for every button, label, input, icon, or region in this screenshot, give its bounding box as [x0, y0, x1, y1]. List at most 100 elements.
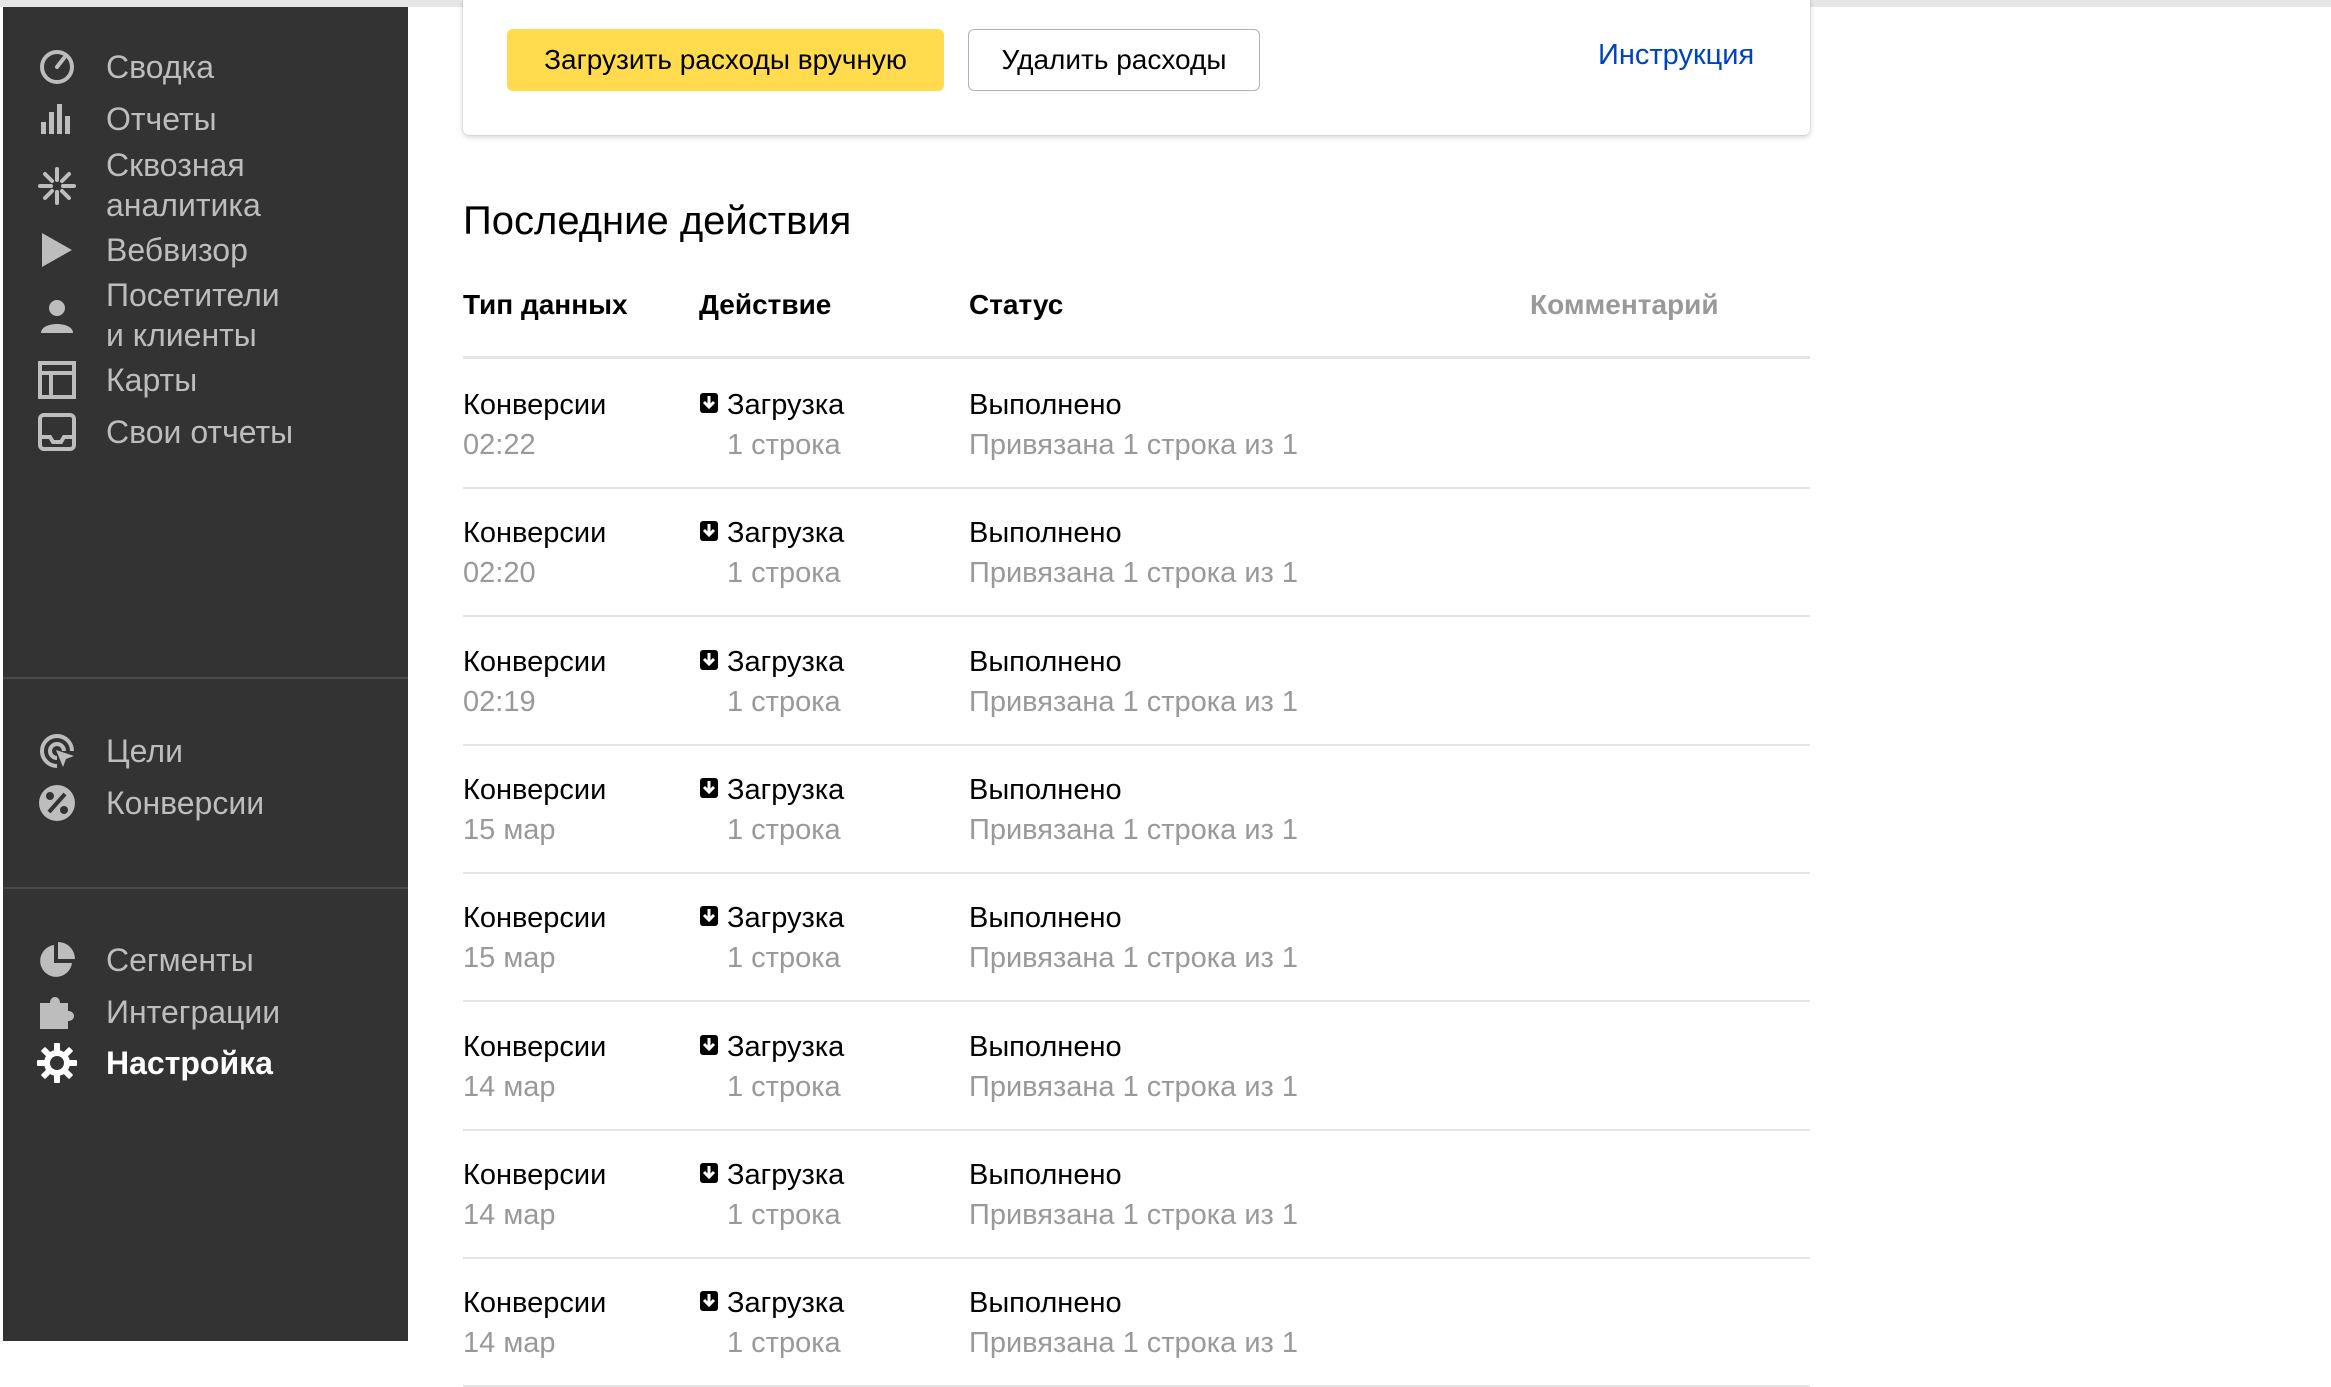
sidebar-item-maps[interactable]: Карты: [3, 350, 408, 410]
sidebar-item-reports[interactable]: Отчеты: [3, 89, 408, 149]
sidebar-item-end-to-end-analytics[interactable]: Сквозная аналитика: [3, 141, 408, 231]
sidebar-divider: [3, 887, 408, 889]
sidebar-item-settings[interactable]: Настройка: [3, 1033, 408, 1093]
sidebar-item-label: Вебвизор: [106, 232, 248, 268]
status-cell: Выполнено: [969, 646, 1122, 678]
play-icon: [36, 229, 78, 271]
sidebar-item-label: Сегменты: [106, 942, 254, 978]
action-cell: Загрузка: [727, 646, 845, 678]
status-detail-cell: Привязана 1 строка из 1: [969, 557, 1298, 589]
sidebar: Сводка Отчеты Сквозная аналитика Вебвизо…: [3, 7, 408, 1341]
sidebar-item-segments[interactable]: Сегменты: [3, 930, 408, 990]
action-detail-cell: 1 строка: [727, 1199, 841, 1231]
dashboard-icon: [36, 46, 78, 88]
status-detail-cell: Привязана 1 строка из 1: [969, 814, 1298, 846]
sidebar-item-label: Интеграции: [106, 994, 281, 1030]
target-cursor-icon: [36, 730, 78, 772]
sidebar-item-visitors[interactable]: Посетители и клиенты: [3, 271, 408, 361]
table-row: Конверсии 15 мар Загрузка 1 строка Выполнено…: [463, 744, 1810, 874]
action-detail-cell: 1 строка: [727, 557, 841, 589]
table-row: Конверсии 02:20 Загрузка 1 строка Выполнено П…: [463, 487, 1810, 617]
status-cell: Выполнено: [969, 902, 1122, 934]
status-detail-cell: Привязана 1 строка из 1: [969, 1327, 1298, 1359]
time-cell: 14 мар: [463, 1199, 556, 1231]
action-cell: Загрузка: [727, 1031, 845, 1063]
action-detail-cell: 1 строка: [727, 1327, 841, 1359]
delete-expenses-button[interactable]: Удалить расходы: [968, 29, 1260, 91]
sidebar-item-label: Настройка: [106, 1045, 273, 1081]
column-header-action: Действие: [699, 289, 832, 320]
action-detail-cell: 1 строка: [727, 1071, 841, 1103]
upload-expenses-button[interactable]: Загрузить расходы вручную: [507, 29, 944, 91]
data-type-cell: Конверсии: [463, 902, 607, 934]
download-icon: [699, 1034, 719, 1056]
download-icon: [699, 777, 719, 799]
table-row: Конверсии 14 мар Загрузка 1 строка Выполнено…: [463, 1129, 1810, 1259]
data-type-cell: Конверсии: [463, 517, 607, 549]
action-detail-cell: 1 строка: [727, 942, 841, 974]
data-type-cell: Конверсии: [463, 1159, 607, 1191]
sidebar-item-label: Сводка: [106, 49, 215, 85]
sidebar-item-label: Свои отчеты: [106, 414, 294, 450]
download-icon: [699, 1162, 719, 1184]
action-detail-cell: 1 строка: [727, 814, 841, 846]
action-detail-cell: 1 строка: [727, 429, 841, 461]
action-cell: Загрузка: [727, 517, 845, 549]
time-cell: 15 мар: [463, 814, 556, 846]
gear-icon: [36, 1042, 78, 1084]
sidebar-item-label: Посетители и клиенты: [106, 277, 280, 353]
action-detail-cell: 1 строка: [727, 686, 841, 718]
sidebar-item-label: Карты: [106, 362, 198, 398]
sidebar-item-summary[interactable]: Сводка: [3, 37, 408, 97]
download-icon: [699, 1290, 719, 1312]
column-header-status: Статус: [969, 289, 1064, 320]
sidebar-item-label: Сквозная аналитика: [106, 147, 261, 223]
download-icon: [699, 392, 719, 414]
data-type-cell: Конверсии: [463, 646, 607, 678]
action-cell: Загрузка: [727, 774, 845, 806]
bar-chart-icon: [36, 98, 78, 140]
sidebar-item-label: Цели: [106, 733, 183, 769]
action-cell: Загрузка: [727, 1159, 845, 1191]
inbox-icon: [36, 411, 78, 453]
status-detail-cell: Привязана 1 строка из 1: [969, 942, 1298, 974]
instruction-link[interactable]: Инструкция: [1598, 39, 1754, 72]
download-icon: [699, 649, 719, 671]
download-icon: [699, 520, 719, 542]
column-header-data-type: Тип данных: [463, 289, 628, 320]
table-row: Конверсии 15 мар Загрузка 1 строка Выполнено…: [463, 872, 1810, 1002]
time-cell: 15 мар: [463, 942, 556, 974]
data-type-cell: Конверсии: [463, 1031, 607, 1063]
sidebar-item-conversions[interactable]: Конверсии: [3, 773, 408, 833]
status-cell: Выполнено: [969, 1159, 1122, 1191]
table-row: Конверсии 02:22 Загрузка 1 строка Выполнено П…: [463, 359, 1810, 489]
sidebar-item-goals[interactable]: Цели: [3, 721, 408, 781]
time-cell: 02:20: [463, 557, 536, 589]
status-detail-cell: Привязана 1 строка из 1: [969, 1071, 1298, 1103]
status-cell: Выполнено: [969, 774, 1122, 806]
status-cell: Выполнено: [969, 1031, 1122, 1063]
column-header-comment: Комментарий: [1530, 289, 1719, 320]
data-type-cell: Конверсии: [463, 1287, 607, 1319]
status-detail-cell: Привязана 1 строка из 1: [969, 686, 1298, 718]
table-row: Конверсии 14 мар Загрузка 1 строка Выполнено…: [463, 1001, 1810, 1131]
sidebar-item-custom-reports[interactable]: Свои отчеты: [3, 402, 408, 462]
download-icon: [699, 905, 719, 927]
status-detail-cell: Привязана 1 строка из 1: [969, 429, 1298, 461]
person-icon: [36, 295, 78, 337]
asterisk-icon: [36, 165, 78, 207]
time-cell: 14 мар: [463, 1071, 556, 1103]
pie-icon: [36, 939, 78, 981]
time-cell: 14 мар: [463, 1327, 556, 1359]
action-cell: Загрузка: [727, 389, 845, 421]
table-row: Конверсии 14 мар Загрузка 1 строка Выполнено…: [463, 1257, 1810, 1387]
puzzle-icon: [36, 991, 78, 1033]
time-cell: 02:19: [463, 686, 536, 718]
sidebar-item-label: Отчеты: [106, 101, 217, 137]
percent-icon: [36, 782, 78, 824]
expenses-card: Загрузить расходы вручную Удалить расход…: [463, 0, 1810, 135]
action-cell: Загрузка: [727, 902, 845, 934]
sidebar-divider: [3, 677, 408, 679]
recent-actions-title: Последние действия: [463, 199, 852, 243]
sidebar-item-label: Конверсии: [106, 785, 265, 821]
